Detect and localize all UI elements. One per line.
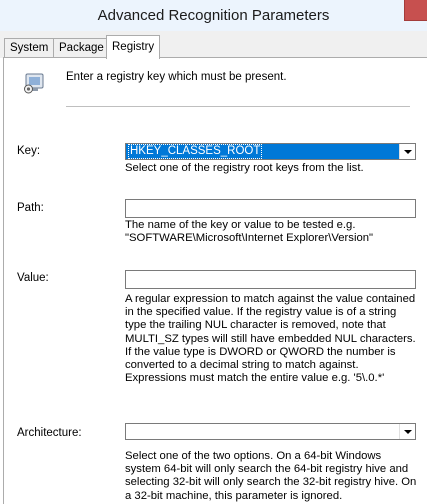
close-button[interactable] (404, 0, 427, 21)
tab-package[interactable]: Package (53, 38, 110, 57)
architecture-label: Architecture: (17, 427, 82, 439)
tab-strip: System Package Registry (0, 31, 427, 59)
value-help: A regular expression to match against th… (125, 293, 416, 385)
architecture-dropdown-value (128, 424, 130, 439)
value-label: Value: (17, 272, 49, 284)
key-help: Select one of the registry root keys fro… (125, 162, 364, 174)
key-label: Key: (17, 145, 41, 157)
path-input[interactable] (125, 199, 416, 218)
path-help: The name of the key or value to be teste… (125, 219, 374, 245)
value-input[interactable] (125, 270, 416, 289)
registry-icon (24, 73, 44, 94)
key-dropdown[interactable]: HKEY_CLASSES_ROOT (125, 143, 416, 160)
architecture-help: Select one of the two options. On a 64-b… (125, 450, 417, 502)
separator (66, 106, 410, 107)
architecture-dropdown[interactable] (125, 423, 416, 440)
tab-system[interactable]: System (4, 38, 55, 57)
intro-text: Enter a registry key which must be prese… (66, 71, 287, 83)
chevron-down-icon[interactable] (399, 144, 415, 159)
tab-registry[interactable]: Registry (106, 35, 161, 59)
path-label: Path: (17, 202, 44, 214)
window-title: Advanced Recognition Parameters (97, 7, 330, 24)
key-dropdown-value: HKEY_CLASSES_ROOT (128, 144, 263, 159)
chevron-down-icon[interactable] (399, 424, 415, 439)
